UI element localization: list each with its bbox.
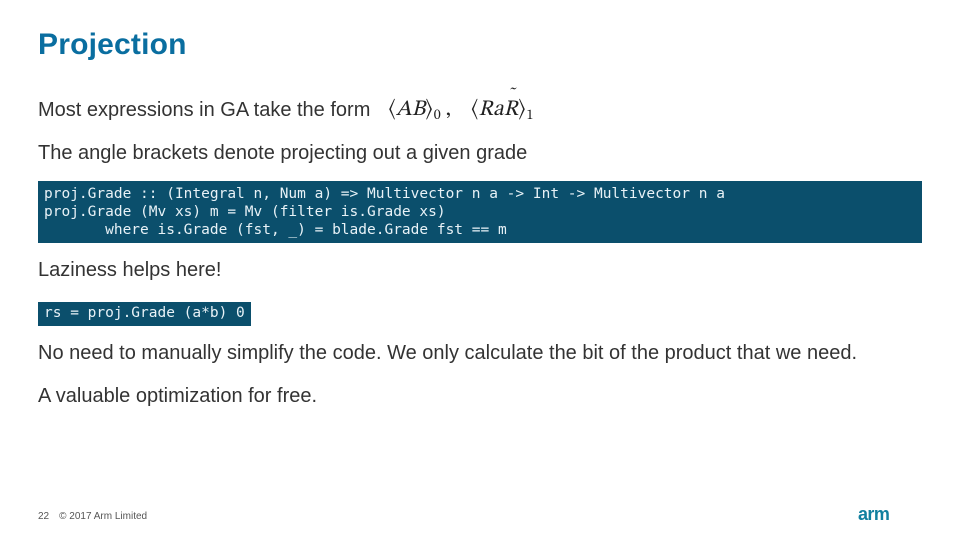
- arm-logo-icon: arm: [858, 502, 930, 526]
- math-a: a: [493, 96, 504, 124]
- math-r: R: [479, 96, 494, 124]
- copyright-text: © 2017 Arm Limited: [59, 511, 147, 522]
- page-number: 22: [38, 511, 49, 522]
- angle-brackets-text: The angle brackets denote projecting out…: [38, 140, 922, 167]
- code-block-rs: rs = proj.Grade (a*b) 0: [38, 302, 251, 325]
- slide-footer: 22 © 2017 Arm Limited: [38, 511, 147, 522]
- slide-title: Projection: [38, 28, 922, 62]
- no-need-text: No need to manually simplify the code. W…: [38, 340, 922, 367]
- right-angle-bracket-icon: ⟩: [425, 96, 432, 124]
- math-sub-1: 1: [527, 107, 534, 125]
- math-term-ab: ⟨AB⟩0: [388, 96, 439, 124]
- right-angle-bracket-icon: ⟩: [518, 96, 525, 124]
- math-r-tilde: R: [504, 96, 519, 124]
- code-block-projgrade: proj.Grade :: (Integral n, Num a) => Mul…: [38, 181, 922, 243]
- intro-row: Most expressions in GA take the form ⟨AB…: [38, 96, 922, 124]
- arm-logo: arm: [858, 502, 930, 526]
- math-term-rar: ⟨RaR⟩1: [471, 96, 532, 124]
- left-angle-bracket-icon: ⟨: [471, 96, 478, 124]
- math-sub-0: 0: [434, 107, 441, 125]
- left-angle-bracket-icon: ⟨: [388, 96, 395, 124]
- math-comma: ,: [446, 96, 451, 124]
- math-ab: AB: [396, 96, 425, 124]
- optimization-text: A valuable optimization for free.: [38, 383, 922, 410]
- intro-text: Most expressions in GA take the form: [38, 97, 370, 124]
- slide: Projection Most expressions in GA take t…: [0, 0, 960, 540]
- math-expressions: ⟨AB⟩0 , ⟨RaR⟩1: [388, 96, 532, 124]
- arm-logo-text: arm: [858, 504, 889, 524]
- laziness-text: Laziness helps here!: [38, 257, 922, 284]
